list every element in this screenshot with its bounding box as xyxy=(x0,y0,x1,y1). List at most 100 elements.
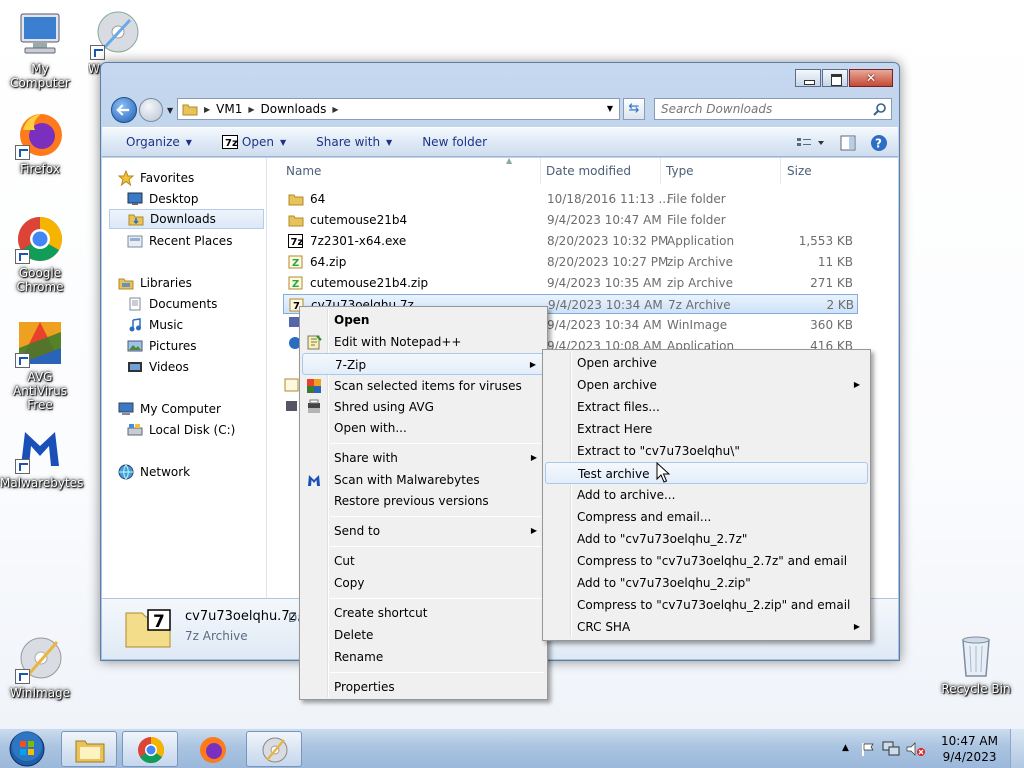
nav-label: Music xyxy=(149,318,184,332)
nav-videos[interactable]: Videos xyxy=(127,357,189,377)
menu-item-edit-notepad[interactable]: Edit with Notepad++ xyxy=(302,331,545,353)
taskbar-firefox-button[interactable] xyxy=(184,731,240,767)
menu-item-cut[interactable]: Cut xyxy=(302,550,545,572)
submenu-item-compress-zip-email[interactable]: Compress to "cv7u73oelqhu_2.zip" and ema… xyxy=(545,594,868,616)
submenu-item-crc-sha[interactable]: CRC SHA ▶ xyxy=(545,616,868,638)
show-desktop-button[interactable] xyxy=(1010,729,1024,768)
submenu-item-add-to-7z[interactable]: Add to "cv7u73oelqhu_2.7z" xyxy=(545,528,868,550)
share-with-button[interactable]: Share with ▼ xyxy=(316,135,392,149)
preview-pane-icon[interactable] xyxy=(840,135,856,151)
breadcrumb-vm1[interactable]: VM1 xyxy=(216,102,242,116)
desktop-icon-recycle-bin[interactable]: Recycle Bin xyxy=(936,630,1016,696)
menu-item-open-with[interactable]: Open with... xyxy=(302,417,545,439)
file-name: 64.zip xyxy=(310,255,347,269)
winimage-icon xyxy=(15,634,65,684)
nav-recent-places[interactable]: Recent Places xyxy=(127,231,232,251)
nav-desktop[interactable]: Desktop xyxy=(127,189,199,209)
back-button[interactable] xyxy=(111,97,137,123)
start-button[interactable] xyxy=(4,730,52,768)
network-status-icon[interactable] xyxy=(882,741,900,757)
submenu-item-compress-7z-email[interactable]: Compress to "cv7u73oelqhu_2.7z" and emai… xyxy=(545,550,868,572)
nav-my-computer[interactable]: My Computer xyxy=(118,399,221,419)
menu-item-create-shortcut[interactable]: Create shortcut xyxy=(302,602,545,624)
address-dropdown-icon[interactable]: ▼ xyxy=(607,104,613,113)
clock[interactable]: 10:47 AM 9/4/2023 xyxy=(941,733,998,765)
search-input[interactable]: Search Downloads xyxy=(654,98,892,120)
menu-item-7zip[interactable]: 7-Zip ▶ xyxy=(302,353,545,375)
show-hidden-icons-icon[interactable]: ▲ xyxy=(842,743,849,753)
file-row[interactable]: Zcutemouse21b4.zip 9/4/2023 10:35 AM zip… xyxy=(283,273,858,293)
nav-network[interactable]: Network xyxy=(118,462,190,482)
column-header-type[interactable]: Type xyxy=(661,158,781,184)
help-icon[interactable]: ? xyxy=(870,134,888,152)
menu-item-properties[interactable]: Properties xyxy=(302,676,545,698)
taskbar-chrome-button[interactable] xyxy=(122,731,178,767)
menu-label: Cut xyxy=(334,554,355,568)
taskbar-winimage-button[interactable] xyxy=(246,731,302,767)
submenu-item-extract-files[interactable]: Extract files... xyxy=(545,396,868,418)
nav-downloads[interactable]: Downloads xyxy=(109,209,264,229)
nav-pictures[interactable]: Pictures xyxy=(127,336,197,356)
column-header-date[interactable]: Date modified xyxy=(541,158,661,184)
column-header-name[interactable]: Name xyxy=(268,158,541,184)
submenu-item-open-archive-more[interactable]: Open archive ▶ xyxy=(545,374,868,396)
submenu-arrow-icon: ▶ xyxy=(853,622,860,631)
breadcrumb-downloads[interactable]: Downloads xyxy=(261,102,327,116)
menu-item-scan-viruses[interactable]: Scan selected items for viruses xyxy=(302,375,545,397)
menu-item-send-to[interactable]: Send to ▶ xyxy=(302,520,545,542)
minimize-button[interactable] xyxy=(795,69,821,87)
file-type: File folder xyxy=(667,192,726,206)
nav-local-disk[interactable]: Local Disk (C:) xyxy=(127,420,235,440)
desktop-icon-chrome[interactable]: Google Chrome xyxy=(0,214,80,294)
submenu-item-open-archive[interactable]: Open archive xyxy=(545,352,868,374)
taskbar-explorer-button[interactable] xyxy=(61,731,117,767)
submenu-item-compress-email[interactable]: Compress and email... xyxy=(545,506,868,528)
new-folder-button[interactable]: New folder xyxy=(422,135,487,149)
file-row[interactable]: Z 64.zip 8/20/2023 10:27 PM zip Archive 1… xyxy=(283,252,858,272)
submenu-item-add-to-zip[interactable]: Add to "cv7u73oelqhu_2.zip" xyxy=(545,572,868,594)
submenu-item-test-archive[interactable]: Test archive xyxy=(545,462,868,484)
open-button[interactable]: 7z Open ▼ xyxy=(221,135,286,149)
menu-label: Compress to "cv7u73oelqhu_2.7z" and emai… xyxy=(577,554,848,568)
file-row[interactable]: 64 10/18/2016 11:13 ... File folder xyxy=(283,189,858,209)
menu-item-scan-malwarebytes[interactable]: Scan with Malwarebytes xyxy=(302,469,545,491)
nav-music[interactable]: Music xyxy=(127,315,183,335)
recent-pages-dropdown[interactable]: ▼ xyxy=(167,106,173,115)
desktop-icon-avg[interactable]: AVG AntiVirus Free xyxy=(0,318,80,412)
submenu-item-add-to-archive[interactable]: Add to archive... xyxy=(545,484,868,506)
forward-button[interactable] xyxy=(139,98,163,122)
menu-item-rename[interactable]: Rename xyxy=(302,646,545,668)
desktop-icon-winimage[interactable]: WinImage xyxy=(0,634,80,700)
volume-muted-icon[interactable] xyxy=(906,741,926,757)
breadcrumb-arrow-icon[interactable]: ▶ xyxy=(332,105,338,114)
desktop-icon-my-computer[interactable]: My Computer xyxy=(0,10,80,90)
submenu-item-extract-here[interactable]: Extract Here xyxy=(545,418,868,440)
breadcrumb-arrow-icon[interactable]: ▶ xyxy=(248,105,254,114)
menu-item-share-with[interactable]: Share with ▶ xyxy=(302,447,545,469)
close-button[interactable] xyxy=(849,69,893,87)
submenu-item-extract-to[interactable]: Extract to "cv7u73oelqhu\" xyxy=(545,440,868,462)
nav-favorites[interactable]: Favorites xyxy=(118,168,194,188)
desktop-icon-firefox[interactable]: Firefox xyxy=(0,110,80,176)
address-bar[interactable]: ▶ VM1 ▶ Downloads ▶ ▼ xyxy=(177,98,620,120)
menu-item-restore-versions[interactable]: Restore previous versions xyxy=(302,490,545,512)
organize-button[interactable]: Organize ▼ xyxy=(126,135,192,149)
desktop-icon-malwarebytes[interactable]: Malwarebytes xyxy=(0,424,83,490)
menu-label: Extract to "cv7u73oelqhu\" xyxy=(577,444,740,458)
refresh-button[interactable]: ⇆ xyxy=(623,98,645,120)
computer-icon xyxy=(118,402,134,416)
menu-item-shred-avg[interactable]: Shred using AVG xyxy=(302,396,545,418)
file-row[interactable]: 7z 7z2301-x64.exe 8/20/2023 10:32 PM Appl… xyxy=(283,231,858,251)
menu-item-open[interactable]: Open xyxy=(302,309,545,331)
explorer-folder-icon xyxy=(75,736,105,764)
column-header-size[interactable]: Size xyxy=(781,158,861,184)
nav-documents[interactable]: Documents xyxy=(127,294,217,314)
maximize-button[interactable] xyxy=(822,69,848,87)
file-row[interactable]: cutemouse21b4 9/4/2023 10:47 AM File fol… xyxy=(283,210,858,230)
action-center-flag-icon[interactable] xyxy=(860,741,876,757)
nav-libraries[interactable]: Libraries xyxy=(118,273,192,293)
menu-item-copy[interactable]: Copy xyxy=(302,572,545,594)
view-options-icon[interactable] xyxy=(796,136,826,150)
breadcrumb-arrow-icon[interactable]: ▶ xyxy=(204,105,210,114)
menu-item-delete[interactable]: Delete xyxy=(302,624,545,646)
